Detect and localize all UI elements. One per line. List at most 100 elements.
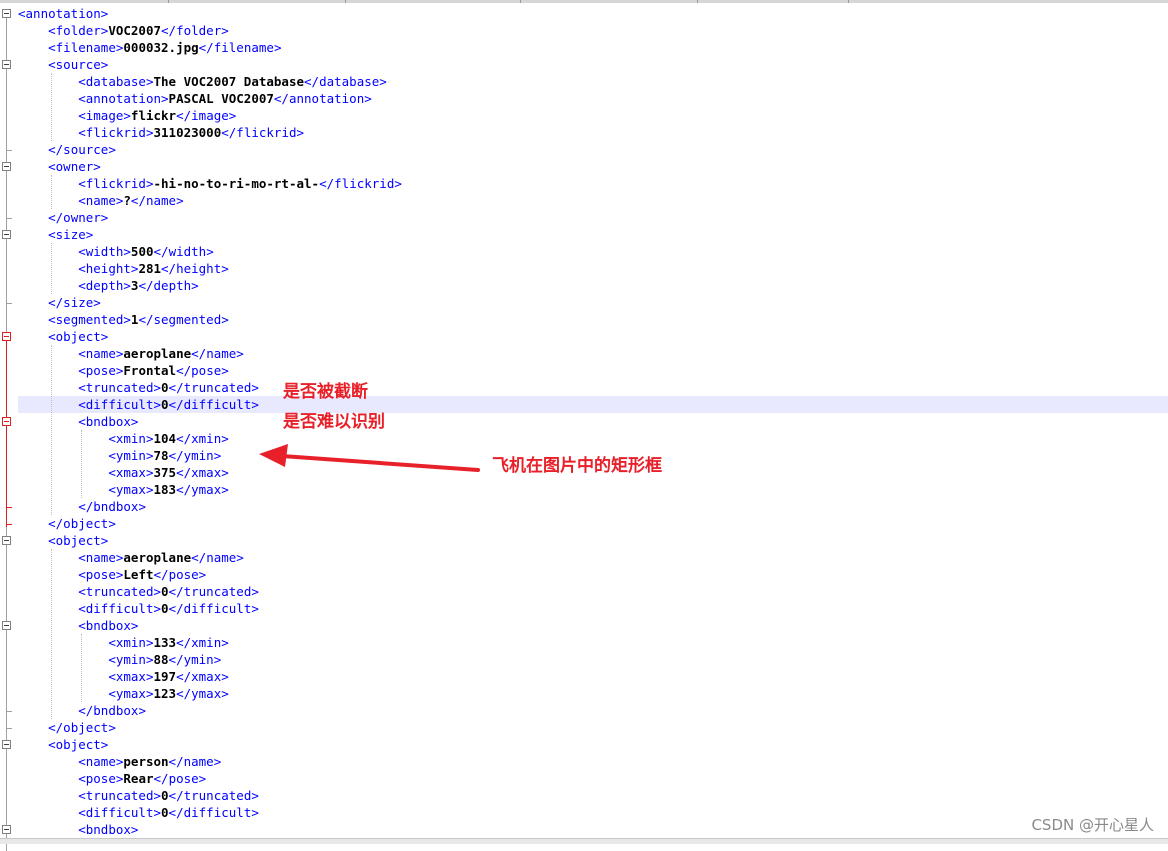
fold-toggle-icon[interactable] — [2, 230, 11, 239]
open-tag: name — [85, 346, 116, 361]
code-line[interactable]: <database>The VOC2007 Database</database… — [18, 73, 1168, 90]
fold-toggle-icon[interactable] — [2, 9, 11, 18]
tag-bracket: < — [48, 57, 56, 72]
tag-bracket: > — [394, 176, 402, 191]
code-line[interactable]: </size> — [18, 294, 1168, 311]
fold-toggle-icon[interactable] — [2, 825, 11, 834]
tag-bracket: > — [221, 23, 229, 38]
code-line[interactable]: </source> — [18, 141, 1168, 158]
open-tag: ymin — [115, 448, 146, 463]
fold-toggle-icon[interactable] — [2, 417, 11, 426]
code-line[interactable]: <width>500</width> — [18, 243, 1168, 260]
code-line[interactable]: <xmin>133</xmin> — [18, 634, 1168, 651]
code-line[interactable]: <xmin>104</xmin> — [18, 430, 1168, 447]
code-line[interactable]: <ymin>88</ymin> — [18, 651, 1168, 668]
code-line[interactable]: <object> — [18, 532, 1168, 549]
tag-bracket: > — [251, 788, 259, 803]
tag-bracket: </ — [191, 550, 207, 565]
code-line[interactable]: <pose>Left</pose> — [18, 566, 1168, 583]
code-line[interactable]: <folder>VOC2007</folder> — [18, 22, 1168, 39]
tag-bracket: </ — [168, 380, 184, 395]
code-line[interactable]: <flickrid>-hi-no-to-ri-mo-rt-al-</flickr… — [18, 175, 1168, 192]
tag-bracket: > — [100, 210, 109, 225]
code-line[interactable]: <name>aeroplane</name> — [18, 549, 1168, 566]
fold-toggle-icon[interactable] — [2, 740, 11, 749]
code-line[interactable]: <bndbox> — [18, 413, 1168, 430]
tag-bracket: < — [18, 6, 26, 21]
code-line[interactable]: <source> — [18, 56, 1168, 73]
tag-bracket: > — [100, 6, 109, 21]
code-line[interactable]: <ymax>183</ymax> — [18, 481, 1168, 498]
code-line[interactable]: <object> — [18, 736, 1168, 753]
tag-bracket: </ — [168, 601, 184, 616]
tag-bracket: </ — [176, 363, 192, 378]
difficult-annotation: 是否难以识别 — [283, 412, 385, 432]
code-line[interactable]: </object> — [18, 515, 1168, 532]
close-tag: pose — [168, 567, 199, 582]
code-line[interactable]: <depth>3</depth> — [18, 277, 1168, 294]
code-line[interactable]: </bndbox> — [18, 498, 1168, 515]
code-line[interactable]: <height>281</height> — [18, 260, 1168, 277]
code-line[interactable]: <difficult>0</difficult> — [18, 804, 1168, 821]
tag-bracket: < — [48, 533, 56, 548]
code-line[interactable]: <truncated>0</truncated> — [18, 379, 1168, 396]
code-line[interactable]: <owner> — [18, 158, 1168, 175]
code-line[interactable]: <ymax>123</ymax> — [18, 685, 1168, 702]
code-editor[interactable]: <annotation> <folder>VOC2007</folder> <f… — [18, 5, 1168, 838]
code-line[interactable]: <truncated>0</truncated> — [18, 583, 1168, 600]
code-line[interactable]: <name>aeroplane</name> — [18, 345, 1168, 362]
tag-bracket: > — [221, 669, 229, 684]
code-line[interactable]: <difficult>0</difficult> — [18, 600, 1168, 617]
open-tag: flickrid — [85, 125, 146, 140]
code-line[interactable]: <truncated>0</truncated> — [18, 787, 1168, 804]
code-line[interactable]: <pose>Rear</pose> — [18, 770, 1168, 787]
fold-end-marker — [6, 507, 12, 508]
code-line[interactable]: <flickrid>311023000</flickrid> — [18, 124, 1168, 141]
close-tag: ymin — [183, 652, 214, 667]
tag-bracket: </ — [176, 686, 192, 701]
tag-bracket: < — [48, 40, 56, 55]
tag-bracket: < — [78, 397, 86, 412]
code-line[interactable]: <segmented>1</segmented> — [18, 311, 1168, 328]
fold-toggle-icon[interactable] — [2, 536, 11, 545]
tag-bracket: < — [78, 788, 86, 803]
fold-toggle-icon[interactable] — [2, 621, 11, 630]
element-value: 88 — [153, 652, 169, 667]
code-line[interactable]: <object> — [18, 328, 1168, 345]
indent-guide — [51, 549, 52, 719]
code-line[interactable]: <difficult>0</difficult> — [18, 396, 1168, 413]
code-line[interactable]: <name>?</name> — [18, 192, 1168, 209]
horizontal-scrollbar[interactable] — [0, 838, 1168, 844]
open-tag: image — [85, 108, 124, 123]
close-tag: difficult — [183, 397, 252, 412]
code-line[interactable]: <image>flickr</image> — [18, 107, 1168, 124]
code-line[interactable]: <filename>000032.jpg</filename> — [18, 39, 1168, 56]
tag-bracket: < — [78, 754, 86, 769]
code-line[interactable]: <bndbox> — [18, 617, 1168, 634]
code-line[interactable]: <size> — [18, 226, 1168, 243]
open-tag: name — [85, 754, 116, 769]
code-line[interactable]: </bndbox> — [18, 702, 1168, 719]
fold-toggle-icon[interactable] — [2, 60, 11, 69]
code-line[interactable]: <name>person</name> — [18, 753, 1168, 770]
code-line[interactable]: <pose>Frontal</pose> — [18, 362, 1168, 379]
indent-guide — [51, 175, 52, 209]
code-line[interactable]: <annotation>PASCAL VOC2007</annotation> — [18, 90, 1168, 107]
tag-bracket: < — [108, 448, 116, 463]
tag-bracket: < — [78, 703, 86, 718]
code-line[interactable]: <annotation> — [18, 5, 1168, 22]
code-line[interactable]: </object> — [18, 719, 1168, 736]
code-line[interactable]: </owner> — [18, 209, 1168, 226]
tag-bracket: > — [100, 533, 109, 548]
code-line[interactable]: <bndbox> — [18, 821, 1168, 838]
tag-bracket: < — [78, 771, 86, 786]
tag-bracket: > — [221, 482, 229, 497]
fold-gutter[interactable] — [0, 3, 17, 851]
watermark: CSDN @开心星人 — [1031, 816, 1154, 834]
open-tag: bndbox — [85, 822, 131, 837]
fold-toggle-icon[interactable] — [2, 332, 11, 341]
fold-toggle-icon[interactable] — [2, 162, 11, 171]
code-line[interactable]: <xmax>197</xmax> — [18, 668, 1168, 685]
tag-bracket: > — [161, 91, 169, 106]
